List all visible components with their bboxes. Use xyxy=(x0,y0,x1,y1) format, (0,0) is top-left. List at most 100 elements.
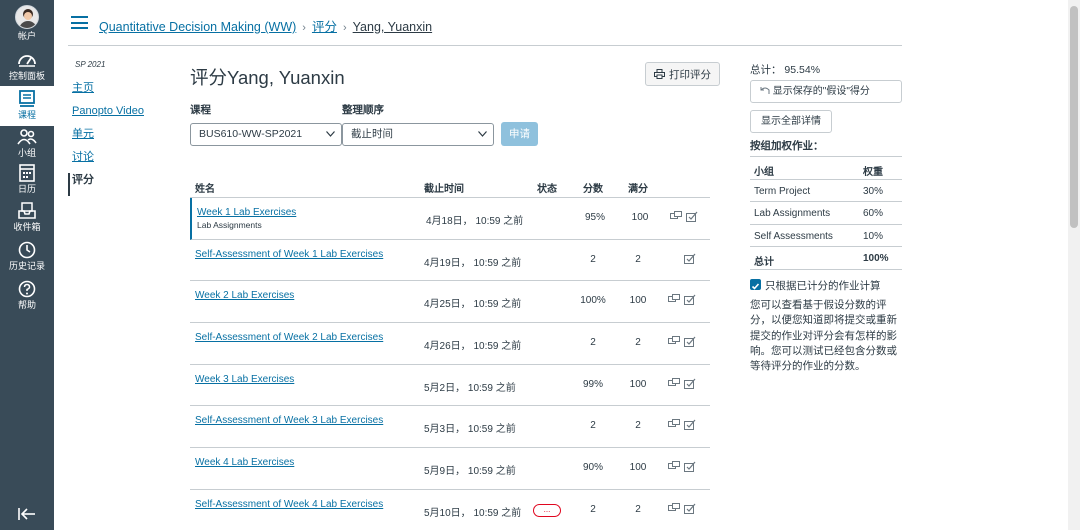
global-nav-groups[interactable]: 小组 xyxy=(0,127,54,163)
chevron-right-icon: › xyxy=(302,22,306,34)
comments-icon[interactable] xyxy=(668,461,680,472)
graded-only-checkbox[interactable] xyxy=(750,279,761,290)
assignment-link[interactable]: Week 2 Lab Exercises xyxy=(195,290,294,301)
apply-button[interactable]: 申请 xyxy=(501,122,538,146)
points-possible: 100 xyxy=(629,295,647,307)
rubric-icon[interactable] xyxy=(684,336,696,348)
status-badge[interactable]: ... xyxy=(533,503,561,517)
order-select[interactable]: 截止时间 xyxy=(342,123,494,146)
rubric-icon[interactable] xyxy=(684,461,696,473)
assignment-link[interactable]: Week 1 Lab Exercises xyxy=(197,207,296,218)
table-row: Self-Assessment of Week 1 Lab Exercises … xyxy=(190,240,710,282)
course-menu-toggle[interactable] xyxy=(71,16,88,29)
comments-icon[interactable] xyxy=(668,377,680,389)
print-grades-label: 打印评分 xyxy=(669,68,711,81)
course-select[interactable]: BUS610-WW-SP2021 xyxy=(190,123,342,146)
score: 100% xyxy=(580,295,606,307)
course-nav-panopto[interactable]: Panopto Video xyxy=(68,104,178,127)
breadcrumb-student-link[interactable]: Yang, Yuanxin xyxy=(353,20,432,34)
weight-total-label: 总计 xyxy=(754,257,774,269)
assignment-link[interactable]: Week 3 Lab Exercises xyxy=(195,374,294,385)
global-nav-dashboard[interactable]: 控制面板 xyxy=(0,49,54,85)
rubric-icon[interactable] xyxy=(686,211,698,222)
points-possible: 100 xyxy=(629,378,647,390)
rubric-icon[interactable] xyxy=(684,253,696,264)
global-nav-history[interactable]: 历史记录 xyxy=(0,241,54,277)
rubric-icon[interactable] xyxy=(684,503,696,514)
global-nav-label: 控制面板 xyxy=(8,71,45,81)
weights-header-group: 小组 xyxy=(754,167,774,178)
help-icon xyxy=(18,280,36,298)
course-nav-grades[interactable]: 评分 xyxy=(68,173,178,196)
show-all-details-button[interactable]: 显示全部详情 xyxy=(750,110,832,133)
global-nav-help[interactable]: 帮助 xyxy=(0,280,54,316)
course-nav-discussions[interactable]: 讨论 xyxy=(68,150,178,173)
comments-icon[interactable] xyxy=(670,211,682,222)
table-row: Week 2 Lab Exercises 4月25日， 10:59 之前 100… xyxy=(190,281,710,324)
due-date: 4月18日， 10:59 之前 xyxy=(426,216,524,227)
order-select-label: 整理顺序 xyxy=(342,104,384,116)
rubric-icon[interactable] xyxy=(684,378,696,389)
column-header-due: 截止时间 xyxy=(424,184,464,195)
assignment-link[interactable]: Week 4 Lab Exercises xyxy=(195,457,294,468)
points-possible: 2 xyxy=(635,253,641,265)
table-row: Week 1 Lab Exercises Lab Assignments 4月1… xyxy=(190,198,710,240)
table-row: Self-Assessment of Week 4 Lab Exercises … xyxy=(190,490,710,532)
chevron-down-icon xyxy=(326,131,335,137)
due-date: 5月10日， 10:59 之前 xyxy=(424,507,522,519)
weights-row: Self Assessments 10% xyxy=(750,225,902,248)
scrollbar[interactable] xyxy=(1068,0,1080,530)
points-possible: 100 xyxy=(629,462,647,474)
course-select-label: 课程 xyxy=(190,104,211,116)
comments-icon[interactable] xyxy=(668,419,680,430)
table-row: Week 3 Lab Exercises 5月2日， 10:59 之前 99% … xyxy=(190,365,710,407)
global-nav-calendar[interactable]: 日历 xyxy=(0,163,54,199)
due-date: 5月9日， 10:59 之前 xyxy=(424,466,516,478)
table-row: Self-Assessment of Week 3 Lab Exercises … xyxy=(190,406,710,449)
term-label: SP 2021 xyxy=(75,60,106,69)
weights-row: Term Project 30% xyxy=(750,180,902,203)
due-date: 5月3日， 10:59 之前 xyxy=(424,424,516,436)
assignment-link[interactable]: Self-Assessment of Week 4 Lab Exercises xyxy=(195,499,383,510)
rubric-icon[interactable] xyxy=(684,294,696,306)
comments-icon[interactable] xyxy=(668,502,680,514)
rubric-icon[interactable] xyxy=(684,419,696,431)
breadcrumb-course-link[interactable]: Quantitative Decision Making (WW) xyxy=(99,20,296,34)
print-grades-button[interactable]: 打印评分 xyxy=(645,62,720,86)
grades-table: 姓名 截止时间 状态 分数 满分 Week 1 Lab Exercises La… xyxy=(190,178,710,532)
assignment-link[interactable]: Self-Assessment of Week 1 Lab Exercises xyxy=(195,249,383,260)
column-header-status: 状态 xyxy=(537,184,557,195)
comments-icon[interactable] xyxy=(668,336,680,347)
course-nav-modules[interactable]: 单元 xyxy=(68,127,178,150)
course-nav-home[interactable]: 主页 xyxy=(68,81,178,104)
global-nav-courses[interactable]: 课程 xyxy=(0,86,54,126)
order-select-value: 截止时间 xyxy=(351,128,393,140)
weights-header: 小组 权重 xyxy=(750,157,902,180)
weights-title: 按组加权作业： xyxy=(750,140,824,152)
assignment-link[interactable]: Self-Assessment of Week 3 Lab Exercises xyxy=(195,415,383,426)
breadcrumb-grades-link[interactable]: 评分 xyxy=(312,20,337,34)
table-header: 姓名 截止时间 状态 分数 满分 xyxy=(190,178,710,198)
global-nav: 帐户 控制面板 课程 小组 日历 收件箱 历史记录 帮助 xyxy=(0,0,54,530)
total-grade: 总计： 95.54% xyxy=(750,64,821,76)
undo-icon xyxy=(760,87,770,94)
course-nav: SP 2021 主页 Panopto Video 单元 讨论 评分 xyxy=(68,60,178,196)
show-whatif-button[interactable]: 显示保存的"假设"得分 xyxy=(750,80,902,103)
course-select-value: BUS610-WW-SP2021 xyxy=(199,128,303,140)
weights-table: 小组 权重 Term Project 30% Lab Assignments 6… xyxy=(750,156,902,270)
assignment-link[interactable]: Self-Assessment of Week 2 Lab Exercises xyxy=(195,332,383,343)
dashboard-icon xyxy=(18,55,36,67)
scrollbar-thumb[interactable] xyxy=(1070,6,1078,228)
collapse-nav-icon[interactable] xyxy=(17,506,37,522)
global-nav-label: 历史记录 xyxy=(8,261,45,271)
graded-only-label[interactable]: 只根据已计分的作业计算 xyxy=(765,278,881,293)
groups-icon xyxy=(17,129,37,145)
weight-value: 60% xyxy=(863,208,884,220)
weights-header-weight: 权重 xyxy=(863,167,883,178)
points-possible: 2 xyxy=(635,503,641,515)
comments-icon[interactable] xyxy=(668,294,680,305)
global-nav-inbox[interactable]: 收件箱 xyxy=(0,202,54,238)
table-row: Self-Assessment of Week 2 Lab Exercises … xyxy=(190,323,710,365)
global-nav-account[interactable]: 帐户 xyxy=(0,5,54,45)
due-date: 4月26日， 10:59 之前 xyxy=(424,341,522,353)
